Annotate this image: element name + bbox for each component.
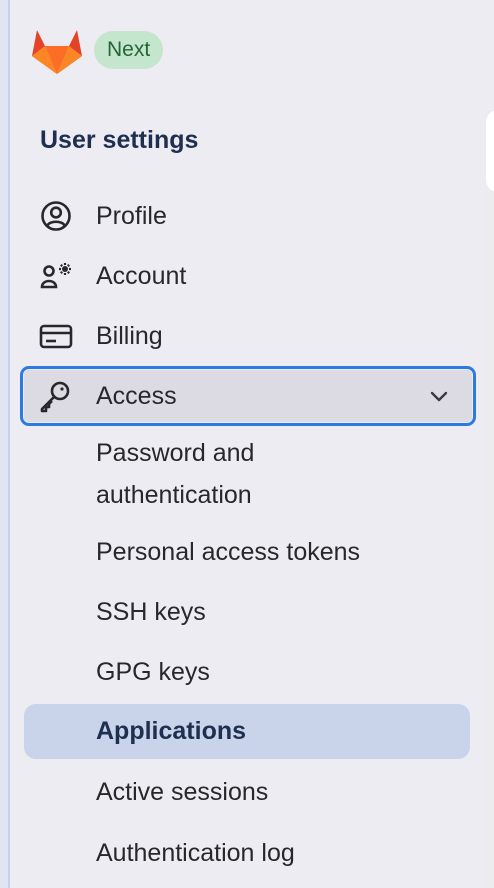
gitlab-logo-icon[interactable]: [30, 26, 84, 76]
subnav-item-authentication-log[interactable]: Authentication log: [24, 832, 470, 874]
subnav-item-active-sessions[interactable]: Active sessions: [24, 771, 470, 813]
sidebar-item-label: Profile: [96, 201, 167, 230]
sidebar-item-label: Account: [96, 261, 187, 290]
sidebar-item-profile[interactable]: Profile: [24, 189, 470, 243]
sidebar-item-label: Access: [96, 381, 177, 410]
billing-icon: [38, 318, 74, 354]
account-icon: [38, 258, 74, 294]
page: Next User settings Profile Account Billi…: [0, 0, 494, 888]
subnav-item-password-authentication[interactable]: Password and authentication: [24, 432, 470, 516]
subnav-item-gpg-keys[interactable]: GPG keys: [24, 651, 470, 693]
subnav-item-ssh-keys[interactable]: SSH keys: [24, 591, 470, 633]
key-icon: [37, 378, 73, 414]
next-badge[interactable]: Next: [94, 31, 164, 69]
section-title: User settings: [40, 126, 199, 154]
sidebar-item-label: Billing: [96, 321, 163, 350]
right-edge: [486, 0, 494, 110]
subnav-item-personal-access-tokens[interactable]: Personal access tokens: [24, 531, 470, 573]
sidebar-item-billing[interactable]: Billing: [24, 309, 470, 363]
main-panel-edge: [486, 110, 494, 192]
subnav-item-applications[interactable]: Applications: [24, 704, 470, 759]
sidebar-item-access[interactable]: Access: [20, 366, 476, 426]
profile-icon: [38, 198, 74, 234]
sidebar-item-account[interactable]: Account: [24, 249, 470, 303]
chevron-down-icon: [427, 384, 451, 408]
